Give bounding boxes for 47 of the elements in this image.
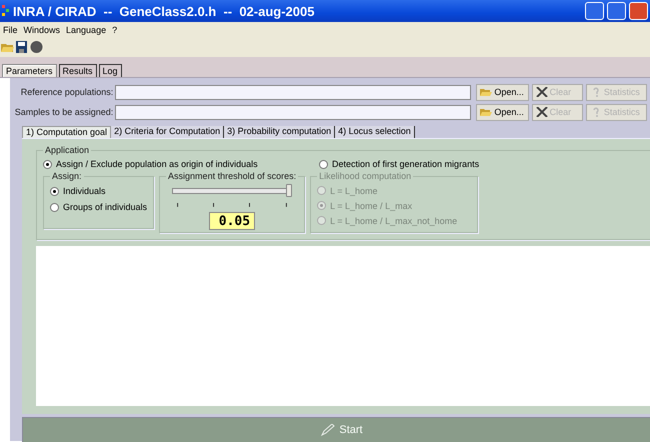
group-title: Likelihood computation xyxy=(318,171,412,181)
option-label: Groups of individuals xyxy=(63,202,148,212)
app-icon xyxy=(2,4,10,18)
radio-button[interactable] xyxy=(43,160,52,168)
option-label: Assign / Exclude population as origin of individuals xyxy=(56,159,258,169)
option-label: Individuals xyxy=(63,186,106,196)
file-field[interactable] xyxy=(115,84,472,100)
group-title: Assignment threshold of scores: xyxy=(167,171,298,181)
tab[interactable]: 3) Probability computation xyxy=(224,126,336,138)
tab[interactable]: Log xyxy=(98,64,122,77)
tab[interactable]: Parameters xyxy=(2,64,57,77)
option-label: L = L_home xyxy=(330,186,378,196)
option-label: L = L_home / L_max xyxy=(330,200,412,210)
folder-icon xyxy=(480,107,492,117)
tab[interactable]: Results xyxy=(58,64,97,77)
minimize-button[interactable] xyxy=(585,2,604,20)
group-title: Assign: xyxy=(51,171,83,181)
folder-icon xyxy=(480,87,492,97)
threshold-slider[interactable] xyxy=(172,184,292,198)
field-label: Samples to be assigned: xyxy=(14,107,114,117)
menu-item[interactable]: ? xyxy=(112,24,118,34)
group-title: Application xyxy=(44,145,90,155)
radio-button[interactable] xyxy=(50,186,59,196)
pencil-icon xyxy=(321,424,336,436)
circle-icon[interactable] xyxy=(29,40,44,54)
window-title: INRA / CIRAD -- GeneClass2.0.h -- 02-aug-2005 xyxy=(13,4,316,18)
slider-thumb[interactable] xyxy=(286,184,292,197)
tab[interactable]: 4) Locus selection xyxy=(335,126,415,138)
open-button[interactable]: Open... xyxy=(476,104,529,120)
restore-button[interactable] xyxy=(607,2,626,20)
cross-icon xyxy=(536,107,548,117)
tab[interactable]: 2) Criteria for Computation xyxy=(111,126,224,138)
open-button[interactable]: Open... xyxy=(476,84,529,100)
cross-icon xyxy=(536,87,548,97)
radio-button[interactable] xyxy=(319,160,328,168)
field-label: Reference populations: xyxy=(20,87,114,97)
file-field[interactable] xyxy=(115,104,472,120)
close-button[interactable] xyxy=(629,2,648,20)
tab[interactable]: 1) Computation goal xyxy=(22,126,112,138)
menu-item[interactable]: File xyxy=(3,24,18,34)
radio-button[interactable] xyxy=(50,202,59,212)
option-label: L = L_home / L_max_not_home xyxy=(330,216,458,226)
save-icon[interactable] xyxy=(15,40,28,54)
option-label: Detection of first generation migrants xyxy=(332,159,480,169)
menu-item[interactable]: Language xyxy=(66,24,106,34)
threshold-display: 0.05 xyxy=(209,212,256,230)
menu-item[interactable]: Windows xyxy=(24,24,60,34)
